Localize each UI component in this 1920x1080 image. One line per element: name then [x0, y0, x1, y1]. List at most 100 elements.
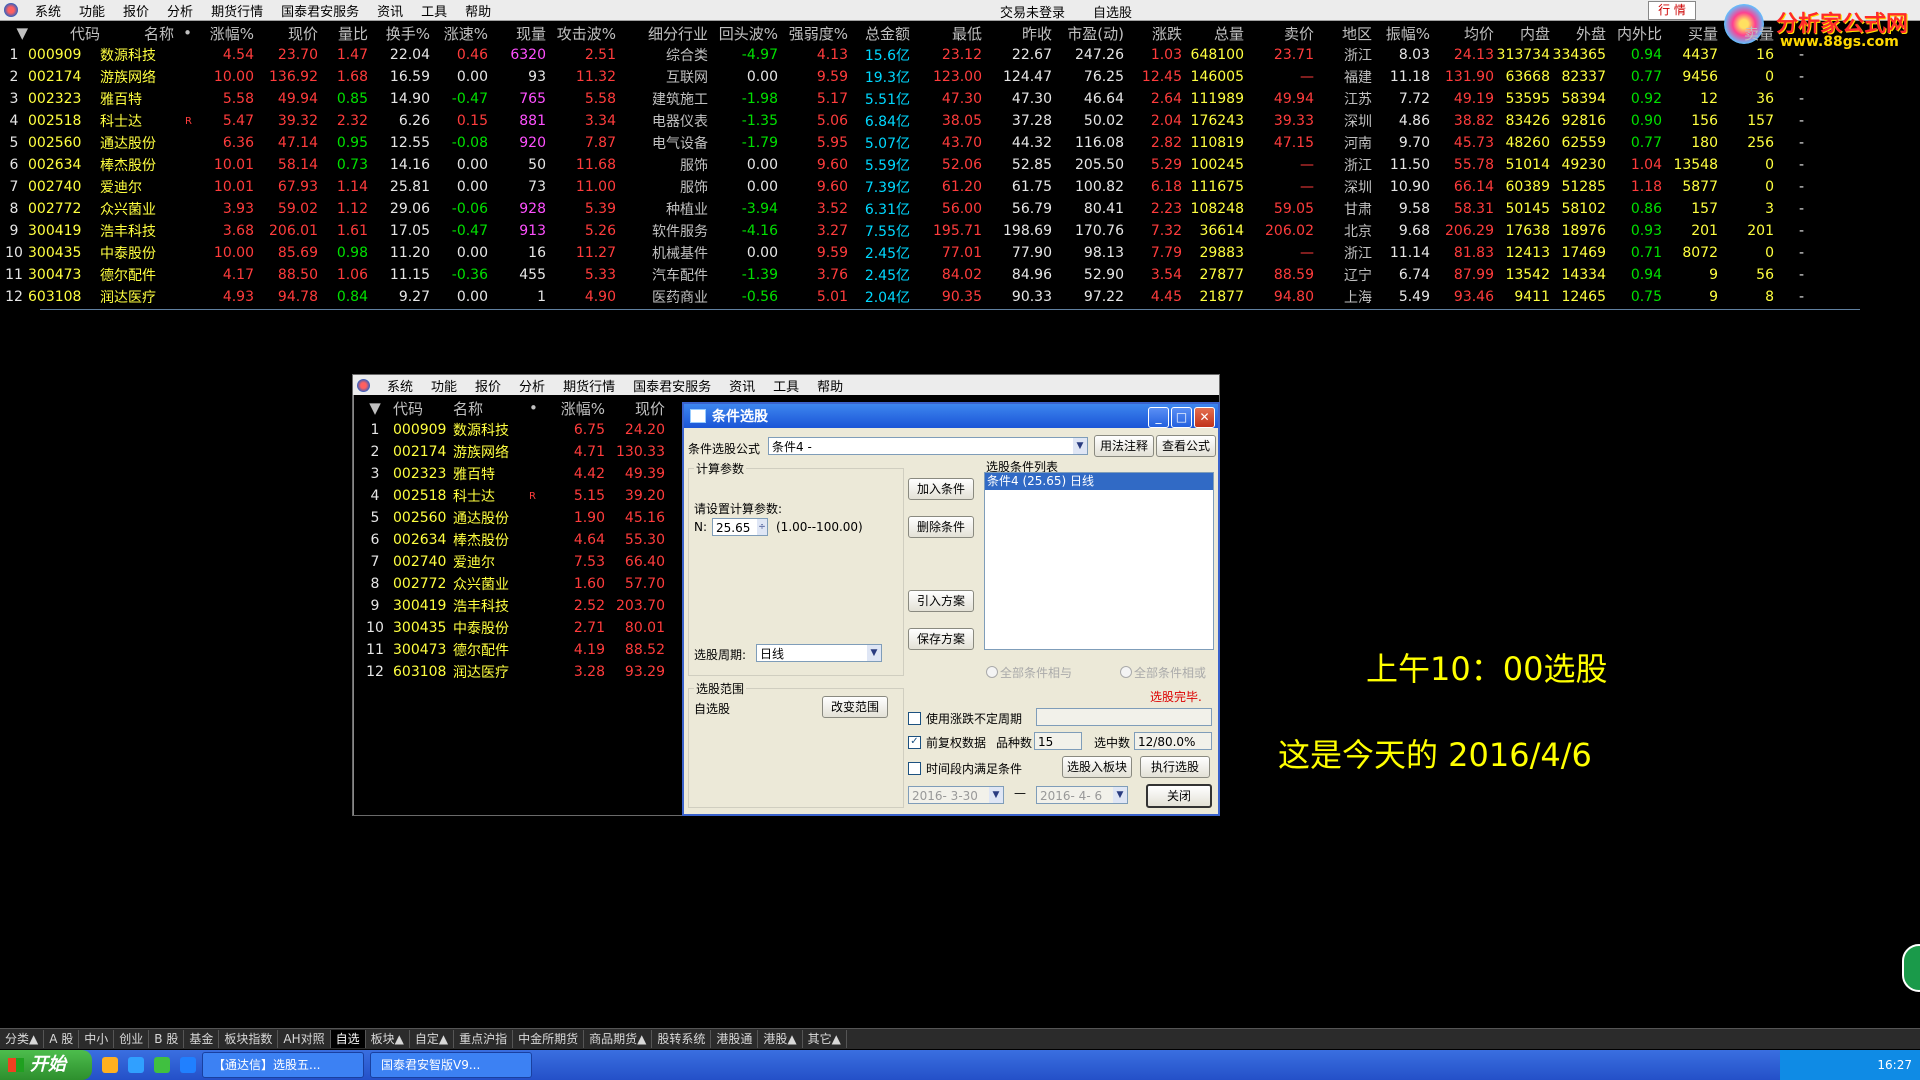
column-header[interactable]: 昨收 — [982, 22, 1052, 44]
menu-item-futures[interactable]: 期货行情 — [202, 1, 272, 20]
table-row[interactable]: 6 002634 棒杰股份 4.64 55.30 — [357, 529, 665, 551]
spinner-icon[interactable]: ÷ — [757, 519, 767, 535]
table-row[interactable]: 1 000909 数源科技 6.75 24.20 — [357, 419, 665, 441]
menu-item-quote[interactable]: 报价 — [114, 1, 158, 20]
sort-dropdown-icon[interactable]: ▼ — [357, 397, 393, 419]
table-row[interactable]: 5 002560 通达股份 6.36 47.14 0.95 12.55 -0.08 920 7.8… — [0, 132, 1804, 154]
unsure-cycle-field[interactable] — [1036, 708, 1212, 726]
formula-select[interactable]: 条件4 - ▼ — [768, 437, 1088, 455]
column-header[interactable]: 现量 — [488, 22, 546, 44]
close-icon[interactable]: ✕ — [1194, 407, 1215, 428]
to-block-button[interactable]: 选股入板块 — [1062, 756, 1132, 778]
table-row[interactable]: 9 300419 浩丰科技 2.52 203.70 — [357, 595, 665, 617]
start-button[interactable]: 开始 — [0, 1050, 92, 1080]
sub-menu-analysis[interactable]: 分析 — [510, 376, 554, 395]
table-row[interactable]: 10 300435 中泰股份 2.71 80.01 — [357, 617, 665, 639]
tab-item[interactable]: 自选 — [330, 1030, 366, 1048]
column-header[interactable]: 现价 — [605, 397, 665, 419]
table-row[interactable]: 11 300473 德尔配件 4.17 88.50 1.06 11.15 -0.36 455 5.… — [0, 264, 1804, 286]
sub-menu-quote[interactable]: 报价 — [466, 376, 510, 395]
table-row[interactable]: 3 002323 雅百特 4.42 49.39 — [357, 463, 665, 485]
table-row[interactable]: 10 300435 中泰股份 10.00 85.69 0.98 11.20 0.00 16 11.… — [0, 242, 1804, 264]
column-header[interactable]: 强弱度% — [778, 22, 848, 44]
time-range-checkbox[interactable] — [908, 762, 921, 775]
sub-menu-futures[interactable]: 期货行情 — [554, 376, 624, 395]
column-header[interactable]: 攻击波% — [546, 22, 616, 44]
table-row[interactable]: 3 002323 雅百特 5.58 49.94 0.85 14.90 -0.47 765 5.58… — [0, 88, 1804, 110]
add-condition-button[interactable]: 加入条件 — [908, 478, 974, 500]
tab-item[interactable]: 基金 — [184, 1030, 220, 1048]
sub-menu-tools[interactable]: 工具 — [764, 376, 808, 395]
quote-button[interactable]: 行 情 — [1648, 1, 1696, 20]
tab-item[interactable]: 分类▲ — [0, 1030, 45, 1048]
menu-item-news[interactable]: 资讯 — [368, 1, 412, 20]
date-from-field[interactable]: 2016- 3-30 ▼ — [908, 786, 1004, 804]
all-or-radio[interactable] — [1120, 666, 1132, 678]
column-header[interactable]: 名称 — [453, 397, 529, 419]
save-scheme-button[interactable]: 保存方案 — [908, 628, 974, 650]
column-header[interactable]: 最低 — [910, 22, 982, 44]
table-row[interactable]: 2 002174 游族网络 10.00 136.92 1.68 16.59 0.00 93 11.… — [0, 66, 1804, 88]
tab-item[interactable]: AH对照 — [278, 1030, 331, 1048]
menu-item-service[interactable]: 国泰君安服务 — [272, 1, 368, 20]
list-item[interactable]: 条件4 (25.65) 日线 — [985, 473, 1213, 490]
column-header[interactable]: 总量 — [1182, 22, 1244, 44]
column-header[interactable]: 涨幅% — [192, 22, 254, 44]
close-button[interactable]: 关闭 — [1146, 784, 1212, 808]
table-row[interactable]: 6 002634 棒杰股份 10.01 58.14 0.73 14.16 0.00 50 11.6… — [0, 154, 1804, 176]
sub-menu-function[interactable]: 功能 — [422, 376, 466, 395]
column-header[interactable]: 代码 — [28, 22, 100, 44]
table-row[interactable]: 7 002740 爱迪尔 7.53 66.40 — [357, 551, 665, 573]
param-stepper[interactable]: 25.65 ÷ — [712, 518, 768, 536]
period-select[interactable]: 日线 ▼ — [756, 644, 882, 662]
usage-button[interactable]: 用法注释 — [1094, 435, 1154, 457]
table-row[interactable]: 11 300473 德尔配件 4.19 88.52 — [357, 639, 665, 661]
tab-item[interactable]: 中小 — [79, 1030, 115, 1048]
task-item-tdx[interactable]: 【通达信】选股五... — [202, 1052, 364, 1078]
column-header[interactable]: 市盈(动) — [1052, 22, 1124, 44]
sub-menu-news[interactable]: 资讯 — [720, 376, 764, 395]
ie-icon[interactable] — [180, 1057, 196, 1073]
tab-item[interactable]: 中金所期货 — [513, 1030, 585, 1048]
sub-menu-system[interactable]: 系统 — [378, 376, 422, 395]
table-row[interactable]: 4 002518 科士达 R 5.47 39.32 2.32 6.26 0.15 881 3.34 电… — [0, 110, 1804, 132]
quicklaunch-icon[interactable] — [102, 1057, 118, 1073]
table-row[interactable]: 8 002772 众兴菌业 1.60 57.70 — [357, 573, 665, 595]
view-formula-button[interactable]: 查看公式 — [1156, 435, 1216, 457]
tab-item[interactable]: 商品期货▲ — [584, 1030, 653, 1048]
menu-item-function[interactable]: 功能 — [70, 1, 114, 20]
table-row[interactable]: 5 002560 通达股份 1.90 45.16 — [357, 507, 665, 529]
column-header[interactable]: 内盘 — [1494, 22, 1550, 44]
floating-widget-icon[interactable] — [1902, 944, 1920, 992]
login-status[interactable]: 交易未登录 — [1000, 2, 1065, 21]
dialog-titlebar[interactable]: 条件选股 — [684, 404, 1218, 428]
delete-condition-button[interactable]: 删除条件 — [908, 516, 974, 538]
column-header[interactable]: 代码 — [393, 397, 453, 419]
column-header[interactable]: 涨幅% — [549, 397, 605, 419]
table-row[interactable]: 7 002740 爱迪尔 10.01 67.93 1.14 25.81 0.00 73 11.00… — [0, 176, 1804, 198]
column-header[interactable]: 地区 — [1314, 22, 1372, 44]
table-row[interactable]: 9 300419 浩丰科技 3.68 206.01 1.61 17.05 -0.47 913 5.… — [0, 220, 1804, 242]
column-header[interactable]: 买量 — [1662, 22, 1718, 44]
tab-item[interactable]: 创业 — [114, 1030, 150, 1048]
column-header[interactable] — [1774, 22, 1804, 44]
browser-icon[interactable] — [128, 1057, 144, 1073]
all-and-radio[interactable] — [986, 666, 998, 678]
column-header[interactable]: 内外比 — [1606, 22, 1662, 44]
tab-item[interactable]: 港股▲ — [758, 1030, 803, 1048]
date-to-field[interactable]: 2016- 4- 6 ▼ — [1036, 786, 1128, 804]
column-header[interactable]: 卖价 — [1244, 22, 1314, 44]
tab-item[interactable]: 板块▲ — [366, 1030, 410, 1048]
column-header[interactable]: 总金额 — [848, 22, 910, 44]
column-header[interactable]: 卖量 — [1718, 22, 1774, 44]
sort-dropdown-icon[interactable]: ▼ — [0, 22, 28, 44]
import-scheme-button[interactable]: 引入方案 — [908, 590, 974, 612]
condition-list[interactable]: 条件4 (25.65) 日线 — [984, 472, 1214, 650]
column-header[interactable]: 涨跌 — [1124, 22, 1182, 44]
sub-menu-service[interactable]: 国泰君安服务 — [624, 376, 720, 395]
minimize-icon[interactable]: _ — [1148, 407, 1169, 428]
menu-item-help[interactable]: 帮助 — [456, 1, 500, 20]
table-row[interactable]: 2 002174 游族网络 4.71 130.33 — [357, 441, 665, 463]
column-header[interactable]: 振幅% — [1372, 22, 1430, 44]
menu-item-system[interactable]: 系统 — [26, 1, 70, 20]
